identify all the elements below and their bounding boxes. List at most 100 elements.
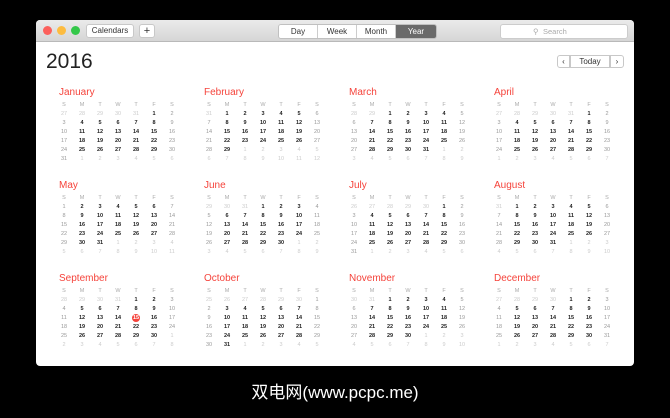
day-cell[interactable]: 24 (544, 230, 562, 239)
day-cell[interactable]: 13 (218, 221, 236, 230)
day-cell[interactable]: 1 (435, 146, 453, 155)
day-cell[interactable]: 25 (55, 332, 73, 341)
day-cell[interactable]: 1 (254, 203, 272, 212)
day-cell[interactable]: 6 (109, 119, 127, 128)
day-cell[interactable]: 12 (73, 314, 91, 323)
day-cell[interactable]: 30 (73, 239, 91, 248)
day-cell[interactable]: 22 (435, 230, 453, 239)
day-cell[interactable]: 6 (91, 305, 109, 314)
day-cell[interactable]: 29 (73, 296, 91, 305)
day-cell[interactable]: 25 (73, 146, 91, 155)
day-cell[interactable]: 2 (163, 110, 181, 119)
tab-day[interactable]: Day (279, 25, 318, 38)
day-cell[interactable]: 10 (91, 212, 109, 221)
day-cell[interactable]: 13 (308, 119, 326, 128)
day-cell[interactable]: 1 (73, 155, 91, 164)
day-cell[interactable]: 5 (254, 305, 272, 314)
day-cell[interactable]: 7 (200, 119, 218, 128)
day-cell[interactable]: 10 (345, 221, 363, 230)
day-cell[interactable]: 26 (508, 332, 526, 341)
day-cell[interactable]: 24 (598, 323, 616, 332)
day-cell[interactable]: 19 (580, 221, 598, 230)
day-cell[interactable]: 5 (381, 212, 399, 221)
day-cell[interactable]: 21 (417, 230, 435, 239)
day-cell[interactable]: 19 (381, 230, 399, 239)
day-cell[interactable]: 6 (544, 119, 562, 128)
day-cell[interactable]: 21 (127, 137, 145, 146)
day-cell[interactable]: 2 (145, 296, 163, 305)
day-cell[interactable]: 30 (453, 239, 471, 248)
day-cell[interactable]: 9 (254, 155, 272, 164)
day-cell[interactable]: 1 (580, 110, 598, 119)
day-cell[interactable]: 12 (453, 305, 471, 314)
day-cell[interactable]: 9 (127, 248, 145, 257)
day-cell[interactable]: 10 (163, 305, 181, 314)
day-cell[interactable]: 30 (163, 146, 181, 155)
day-cell[interactable]: 8 (308, 305, 326, 314)
day-cell[interactable]: 18 (435, 314, 453, 323)
day-cell[interactable]: 2 (308, 239, 326, 248)
day-cell[interactable]: 10 (544, 212, 562, 221)
month-title[interactable]: February (204, 87, 344, 101)
day-cell[interactable]: 29 (272, 296, 290, 305)
day-cell[interactable]: 3 (417, 296, 435, 305)
day-cell[interactable]: 9 (73, 212, 91, 221)
day-cell[interactable]: 18 (490, 323, 508, 332)
day-cell[interactable]: 9 (580, 248, 598, 257)
day-cell[interactable]: 22 (145, 137, 163, 146)
day-cell[interactable]: 14 (544, 314, 562, 323)
day-cell[interactable]: 7 (598, 341, 616, 350)
day-cell[interactable]: 27 (544, 146, 562, 155)
day-cell[interactable]: 9 (526, 212, 544, 221)
day-cell[interactable]: 7 (218, 155, 236, 164)
day-cell[interactable]: 2 (91, 155, 109, 164)
zoom-button[interactable] (71, 26, 80, 35)
month-title[interactable]: January (59, 87, 199, 101)
month-title[interactable]: June (204, 180, 344, 194)
day-cell[interactable]: 13 (399, 221, 417, 230)
day-cell[interactable]: 10 (490, 128, 508, 137)
day-cell[interactable]: 20 (308, 128, 326, 137)
day-cell[interactable]: 9 (598, 119, 616, 128)
day-cell[interactable]: 30 (399, 146, 417, 155)
day-cell[interactable]: 3 (272, 146, 290, 155)
day-cell[interactable]: 4 (345, 341, 363, 350)
day-cell[interactable]: 7 (363, 305, 381, 314)
tab-week[interactable]: Week (318, 25, 357, 38)
day-cell[interactable]: 2 (598, 110, 616, 119)
day-cell[interactable]: 25 (435, 323, 453, 332)
day-cell[interactable]: 19 (290, 128, 308, 137)
day-cell[interactable]: 3 (345, 155, 363, 164)
day-cell[interactable]: 10 (598, 305, 616, 314)
day-cell[interactable]: 6 (308, 110, 326, 119)
day-cell[interactable]: 29 (562, 332, 580, 341)
today-day-cell[interactable]: 15 (127, 314, 145, 323)
day-cell[interactable]: 9 (272, 212, 290, 221)
day-cell[interactable]: 29 (127, 332, 145, 341)
day-cell[interactable]: 26 (453, 323, 471, 332)
day-cell[interactable]: 21 (236, 230, 254, 239)
day-cell[interactable]: 23 (236, 137, 254, 146)
day-cell[interactable]: 17 (345, 230, 363, 239)
day-cell[interactable]: 24 (91, 230, 109, 239)
day-cell[interactable]: 5 (363, 341, 381, 350)
day-cell[interactable]: 8 (218, 119, 236, 128)
day-cell[interactable]: 26 (381, 239, 399, 248)
day-cell[interactable]: 18 (363, 230, 381, 239)
day-cell[interactable]: 19 (453, 128, 471, 137)
day-cell[interactable]: 9 (435, 341, 453, 350)
day-cell[interactable]: 3 (91, 203, 109, 212)
day-cell[interactable]: 22 (381, 323, 399, 332)
day-cell[interactable]: 13 (345, 314, 363, 323)
day-cell[interactable]: 20 (544, 137, 562, 146)
day-cell[interactable]: 28 (73, 110, 91, 119)
day-cell[interactable]: 13 (526, 314, 544, 323)
day-cell[interactable]: 11 (490, 314, 508, 323)
day-cell[interactable]: 8 (163, 341, 181, 350)
day-cell[interactable]: 29 (526, 296, 544, 305)
day-cell[interactable]: 2 (254, 146, 272, 155)
tab-year[interactable]: Year (396, 25, 436, 38)
day-cell[interactable]: 12 (290, 119, 308, 128)
day-cell[interactable]: 30 (109, 110, 127, 119)
day-cell[interactable]: 3 (598, 239, 616, 248)
